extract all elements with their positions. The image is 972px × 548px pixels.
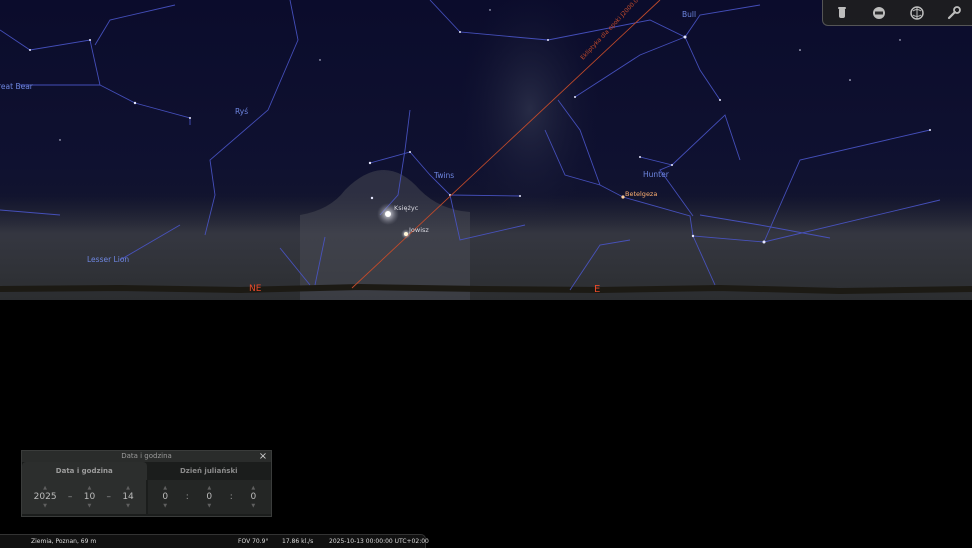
jupiter[interactable] bbox=[404, 232, 408, 236]
minute-value[interactable]: 0 bbox=[206, 491, 212, 503]
spin-down-icon[interactable]: ▼ bbox=[163, 503, 167, 509]
fov-status: FOV 70.9° bbox=[238, 538, 269, 545]
label-twins: Twins bbox=[433, 171, 454, 180]
wrench-icon bbox=[948, 5, 962, 19]
fps-status: 17.86 kl./s bbox=[282, 538, 314, 545]
label-jupiter: Jowisz bbox=[408, 226, 429, 234]
settings-button[interactable] bbox=[943, 2, 965, 24]
label-great-bear: reat Bear bbox=[0, 82, 34, 91]
second-spinner[interactable]: ▲ 0 ▼ bbox=[250, 485, 256, 509]
hour-value[interactable]: 0 bbox=[162, 491, 168, 503]
day-value[interactable]: 14 bbox=[122, 491, 133, 503]
panel-title-text: Data i godzina bbox=[121, 452, 172, 460]
observe-button[interactable] bbox=[868, 2, 890, 24]
panel-tabs: Data i godzina Dzień juliański bbox=[22, 462, 271, 480]
second-value[interactable]: 0 bbox=[250, 491, 256, 503]
panel-title: Data i godzina × bbox=[22, 451, 271, 462]
location-button[interactable] bbox=[906, 2, 928, 24]
cardinal-ne: NE bbox=[249, 284, 262, 294]
label-hunter: Hunter bbox=[643, 170, 670, 179]
spin-down-icon[interactable]: ▼ bbox=[43, 503, 47, 509]
label-lesser-lion: Lesser Lion bbox=[87, 255, 129, 264]
label-betelgeuse: Betelgeza bbox=[625, 190, 657, 198]
label-lynx: Ryś bbox=[235, 107, 248, 116]
month-spinner[interactable]: ▲ 10 ▼ bbox=[84, 485, 95, 509]
spin-down-icon[interactable]: ▼ bbox=[88, 503, 92, 509]
year-spinner[interactable]: ▲ 2025 ▼ bbox=[34, 485, 57, 509]
observe-icon bbox=[873, 6, 886, 19]
label-bull: Bull bbox=[682, 10, 696, 19]
location-status[interactable]: Ziemia, Poznan, 69 m bbox=[31, 538, 96, 545]
year-value[interactable]: 2025 bbox=[34, 491, 57, 503]
date-separator: – bbox=[67, 492, 73, 502]
time-separator: : bbox=[185, 492, 189, 502]
spin-down-icon[interactable]: ▼ bbox=[207, 503, 211, 509]
close-icon[interactable]: × bbox=[258, 451, 268, 462]
datetime-fields: ▲ 2025 ▼ – ▲ 10 ▼ – ▲ 14 ▼ ▲ 0 ▼ : ▲ 0 ▼… bbox=[22, 480, 271, 514]
month-value[interactable]: 10 bbox=[84, 491, 95, 503]
spin-down-icon[interactable]: ▼ bbox=[126, 503, 130, 509]
time-separator: : bbox=[229, 492, 233, 502]
datetime-panel: Data i godzina × Data i godzina Dzień ju… bbox=[21, 450, 272, 517]
status-bar: Ziemia, Poznan, 69 m FOV 70.9° 17.86 kl.… bbox=[0, 534, 429, 548]
label-moon: Księżyc bbox=[394, 204, 419, 212]
location-icon bbox=[910, 5, 924, 20]
datetime-status[interactable]: 2025-10-13 00:00:00 UTC+02:00 bbox=[329, 538, 429, 545]
time-fields: ▲ 0 ▼ : ▲ 0 ▼ : ▲ 0 ▼ bbox=[147, 480, 271, 514]
top-right-toolbar bbox=[822, 0, 972, 26]
hour-spinner[interactable]: ▲ 0 ▼ bbox=[162, 485, 168, 509]
cardinal-e: E bbox=[594, 284, 600, 295]
moon[interactable] bbox=[385, 211, 391, 217]
sky-layer-button[interactable] bbox=[831, 2, 853, 24]
day-spinner[interactable]: ▲ 14 ▼ bbox=[122, 485, 133, 509]
date-separator: – bbox=[106, 492, 112, 502]
date-fields: ▲ 2025 ▼ – ▲ 10 ▼ – ▲ 14 ▼ bbox=[22, 480, 146, 514]
tab-date-time[interactable]: Data i godzina bbox=[22, 462, 147, 480]
spin-down-icon[interactable]: ▼ bbox=[251, 503, 255, 509]
sky-layer-icon bbox=[837, 6, 846, 18]
minute-spinner[interactable]: ▲ 0 ▼ bbox=[206, 485, 212, 509]
tab-julian-day[interactable]: Dzień juliański bbox=[147, 462, 272, 480]
